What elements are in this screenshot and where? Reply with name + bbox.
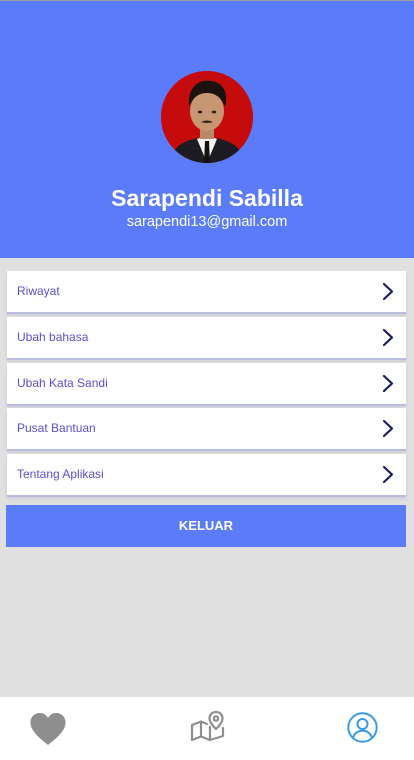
menu-item-ubah-kata-sandi[interactable]: Ubah Kata Sandi xyxy=(7,363,406,404)
nav-map[interactable] xyxy=(138,697,276,760)
avatar xyxy=(161,71,253,163)
menu-item-label: Ubah Kata Sandi xyxy=(17,376,108,390)
menu-item-label: Ubah bahasa xyxy=(17,330,89,344)
profile-icon xyxy=(347,712,378,743)
menu-item-label: Riwayat xyxy=(17,284,60,298)
map-pin-icon xyxy=(190,710,225,742)
heart-icon xyxy=(30,713,66,745)
status-divider xyxy=(0,0,414,1)
chevron-right-icon xyxy=(382,465,394,484)
profile-header: Sarapendi Sabilla sarapendi13@gmail.com xyxy=(0,0,414,258)
menu-item-pusat-bantuan[interactable]: Pusat Bantuan xyxy=(7,408,406,449)
avatar-photo xyxy=(161,71,253,163)
nav-profile[interactable] xyxy=(276,697,414,760)
menu-item-riwayat[interactable]: Riwayat xyxy=(7,271,406,312)
chevron-right-icon xyxy=(382,374,394,393)
menu-item-label: Tentang Aplikasi xyxy=(17,467,104,481)
logout-button[interactable]: KELUAR xyxy=(6,505,406,547)
profile-email: sarapendi13@gmail.com xyxy=(126,214,288,230)
menu-item-tentang-aplikasi[interactable]: Tentang Aplikasi xyxy=(7,454,406,495)
menu-item-label: Pusat Bantuan xyxy=(17,421,96,435)
nav-favorites[interactable] xyxy=(0,697,138,760)
profile-name: Sarapendi Sabilla xyxy=(111,185,303,211)
bottom-nav xyxy=(0,697,414,760)
chevron-right-icon xyxy=(382,419,394,438)
chevron-right-icon xyxy=(382,328,394,347)
chevron-right-icon xyxy=(382,282,394,301)
menu-item-ubah-bahasa[interactable]: Ubah bahasa xyxy=(7,317,406,358)
